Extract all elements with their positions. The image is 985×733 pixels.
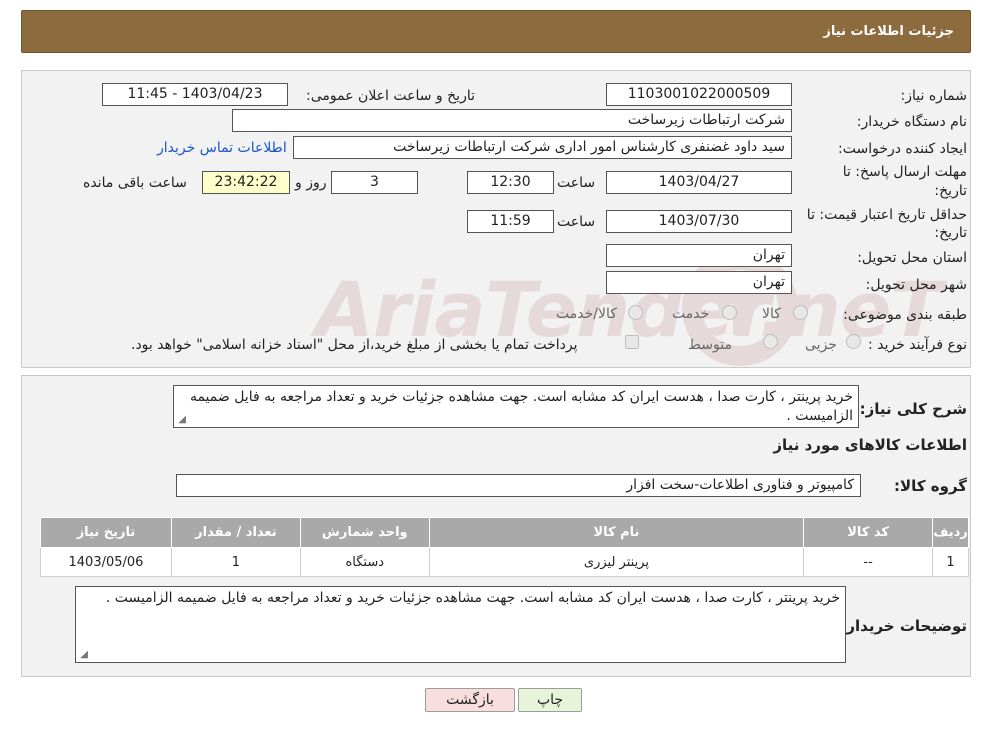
remaining-days-label: روز و <box>295 175 327 191</box>
col-header-row-number: ردیف <box>932 517 969 548</box>
category-goods-radio[interactable] <box>793 305 808 320</box>
remaining-time-label: ساعت باقی مانده <box>83 175 187 191</box>
deadline-date-field: 1403/04/27 <box>606 171 792 194</box>
requester-field: سید داود غضنفری کارشناس امور اداری شرکت … <box>293 136 792 159</box>
remaining-days-field: 3 <box>331 171 418 194</box>
subject-category-label: طبقه بندی موضوعی: <box>843 307 967 323</box>
need-number-label: شماره نیاز: <box>900 88 968 104</box>
purchase-process-label: نوع فرآیند خرید : <box>868 337 967 353</box>
buyer-notes-textarea[interactable]: خرید پرینتر ، کارت صدا ، هدست ایران کد م… <box>75 586 846 663</box>
cell-need-date: 1403/05/06 <box>40 547 172 577</box>
need-summary-label: شرح کلی نیاز: <box>859 400 967 418</box>
category-service-label: خدمت <box>672 306 710 322</box>
remaining-time-field: 23:42:22 <box>202 171 290 194</box>
page-title: جزئیات اطلاعات نیاز <box>823 24 954 39</box>
goods-group-field: کامپیوتر و فناوری اطلاعات-سخت افزار <box>176 474 861 497</box>
col-header-goods-code: کد کالا <box>803 517 934 548</box>
cell-unit: دستگاه <box>299 547 430 577</box>
deadline-label-date: تاریخ: <box>934 183 967 199</box>
category-service-radio[interactable] <box>722 305 737 320</box>
cell-goods-code: -- <box>803 547 934 577</box>
process-minor-label: جزیی <box>805 337 837 353</box>
category-goods-service-radio[interactable] <box>628 305 643 320</box>
print-button[interactable]: چاپ <box>518 688 582 712</box>
cell-goods-name: پرینتر لیزری <box>428 547 805 577</box>
need-summary-textarea[interactable]: خرید پرینتر ، کارت صدا ، هدست ایران کد م… <box>173 385 859 428</box>
table-row: 1 -- پرینتر لیزری دستگاه 1 1403/05/06 <box>40 547 969 577</box>
deadline-time-field: 12:30 <box>467 171 554 194</box>
need-summary-text: خرید پرینتر ، کارت صدا ، هدست ایران کد م… <box>189 389 853 424</box>
treasury-bonds-checkbox[interactable] <box>625 335 639 349</box>
page-header: جزئیات اطلاعات نیاز <box>21 10 971 53</box>
price-validity-label: حداقل تاریخ اعتبار قیمت: تا <box>806 207 967 223</box>
buyer-notes-text: خرید پرینتر ، کارت صدا ، هدست ایران کد م… <box>105 590 840 606</box>
process-medium-label: متوسط <box>688 337 732 353</box>
buyer-org-field: شرکت ارتباطات زیرساخت <box>232 109 792 132</box>
requester-label: ایجاد کننده درخواست: <box>838 141 967 157</box>
delivery-province-field: تهران <box>606 244 792 267</box>
price-validity-date-field: 1403/07/30 <box>606 210 792 233</box>
resize-grip-icon[interactable]: ◢ <box>78 650 88 660</box>
goods-group-label: گروه کالا: <box>894 477 967 495</box>
col-header-unit: واحد شمارش <box>299 517 430 548</box>
resize-grip-icon[interactable]: ◢ <box>176 415 186 425</box>
process-medium-radio[interactable] <box>763 334 778 349</box>
treasury-bonds-note: پرداخت تمام یا بخشی از مبلغ خرید،از محل … <box>131 337 578 353</box>
col-header-quantity: تعداد / مقدار <box>170 517 301 548</box>
delivery-city-label: شهر محل تحویل: <box>865 277 967 293</box>
goods-info-title: اطلاعات کالاهای مورد نیاز <box>773 436 967 454</box>
process-minor-radio[interactable] <box>846 334 861 349</box>
delivery-city-field: تهران <box>606 271 792 294</box>
delivery-province-label: استان محل تحویل: <box>857 250 967 266</box>
col-header-goods-name: نام کالا <box>428 517 805 548</box>
deadline-label: مهلت ارسال پاسخ: تا <box>842 164 967 180</box>
need-number-field: 1103001022000509 <box>606 83 792 106</box>
cell-quantity: 1 <box>170 547 301 577</box>
goods-table-header-row: ردیف کد کالا نام کالا واحد شمارش تعداد /… <box>40 517 969 548</box>
category-goods-label: کالا <box>762 306 781 322</box>
price-validity-label-date: تاریخ: <box>934 225 967 241</box>
goods-table: ردیف کد کالا نام کالا واحد شمارش تعداد /… <box>40 517 969 577</box>
cell-row-number: 1 <box>932 547 969 577</box>
announce-datetime-field: 1403/04/23 - 11:45 <box>102 83 288 106</box>
buyer-notes-label: توضیحات خریدار: <box>840 617 967 635</box>
buyer-org-label: نام دستگاه خریدار: <box>856 114 967 130</box>
deadline-time-label: ساعت <box>557 175 596 191</box>
announce-datetime-label: تاریخ و ساعت اعلان عمومی: <box>306 88 475 104</box>
back-button[interactable]: بازگشت <box>425 688 515 712</box>
category-goods-service-label: کالا/خدمت <box>556 306 617 322</box>
price-validity-time-field: 11:59 <box>467 210 554 233</box>
buyer-contact-link[interactable]: اطلاعات تماس خریدار <box>157 140 287 156</box>
col-header-need-date: تاریخ نیاز <box>40 517 172 548</box>
price-validity-time-label: ساعت <box>557 214 596 230</box>
